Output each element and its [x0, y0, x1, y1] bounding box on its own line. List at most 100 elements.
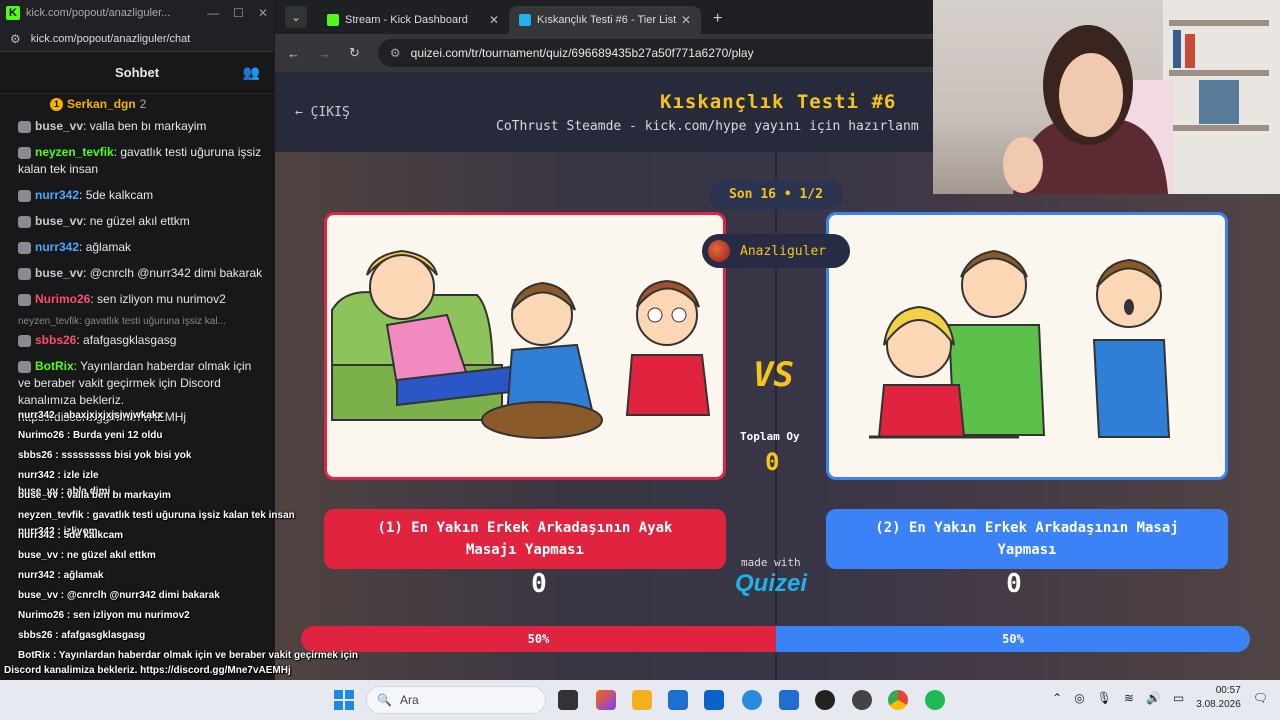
badge-icon: [18, 267, 31, 280]
pinned-user-name: Serkan_dgn: [67, 97, 136, 111]
pinned-user-count: 2: [139, 97, 147, 111]
tab-search-icon[interactable]: ⌄: [285, 6, 307, 28]
chat-text: : sen izliyon mu nurimov2: [90, 292, 226, 306]
option-2-card[interactable]: [826, 212, 1228, 480]
chevron-up-icon[interactable]: ⌃: [1052, 691, 1062, 705]
option-2-votes: 0: [1006, 569, 1022, 599]
overlay-chat-line: buse_vv : ne güzel akıl ettkm: [18, 550, 156, 561]
overlay-chat-line: Discord kanalimiza bekleriz. https://dis…: [4, 665, 291, 676]
total-votes-value: 0: [765, 448, 780, 476]
network-icon[interactable]: ◎: [1074, 691, 1084, 705]
overlay-chat-line: buse_vv : @cnrclh @nurr342 dimi bakarak: [18, 590, 220, 601]
chat-username[interactable]: Nurimo26: [35, 292, 90, 306]
chat-title: Sohbet: [114, 65, 160, 80]
close-icon[interactable]: ✕: [258, 6, 268, 20]
site-info-icon[interactable]: ⚙: [10, 32, 21, 46]
overlay-chat-line: nurr342 : 5de kalkcam: [18, 530, 124, 541]
streamer-name: Anazliguler: [740, 243, 827, 259]
minimize-icon[interactable]: —: [207, 6, 219, 20]
app-icon[interactable]: [779, 690, 799, 710]
tab-quizei[interactable]: Kıskançlık Testi #6 - Tier List, Kı ✕: [509, 6, 701, 34]
chat-username[interactable]: buse_vv: [35, 266, 83, 280]
app-icon[interactable]: [596, 690, 616, 710]
forward-icon[interactable]: →: [318, 46, 331, 61]
chrome-icon[interactable]: [888, 690, 908, 710]
quizei-favicon-icon: [519, 14, 531, 26]
overlay-chat-line: sbbs26 : afafgasgklasgasg: [18, 630, 146, 641]
windows-taskbar: 🔍 Ara ⌃ ◎ 🎙 ≋ 🔊 ▭ 00:57 3.08.2026 🗨: [0, 680, 1280, 720]
back-icon[interactable]: ←: [287, 46, 300, 61]
app-icon[interactable]: [742, 690, 762, 710]
exit-button[interactable]: ← ÇIKIŞ: [295, 105, 350, 120]
made-with-label: made with: [741, 556, 801, 569]
reply-preview[interactable]: neyzen_tevfik: gavatlık testi uğuruna iş…: [18, 313, 266, 330]
maximize-icon[interactable]: ☐: [233, 6, 244, 20]
option-1-illustration: [331, 249, 711, 439]
badge-icon: [18, 215, 31, 228]
vs-label: VS: [753, 355, 794, 395]
option-2-percent-bar: 50%: [776, 626, 1250, 652]
close-tab-icon[interactable]: ✕: [681, 13, 691, 27]
volume-icon[interactable]: 🔊: [1146, 691, 1161, 705]
overlay-chat-line: BotRix : Yayınlardan haberdar olmak için…: [18, 650, 358, 661]
notification-icon[interactable]: 🗨: [1253, 691, 1268, 705]
chat-message: buse_vv: @cnrclh @nurr342 dimi bakarak: [18, 265, 266, 282]
badge-icon: [18, 189, 31, 202]
kick-address-bar[interactable]: ⚙ kick.com/popout/anazliguler/chat: [0, 26, 274, 52]
option-1-card[interactable]: [324, 212, 726, 480]
chat-message: buse_vv: ne güzel akıl ettkm: [18, 213, 266, 230]
chat-message: nurr342: 5de kalkcam: [18, 187, 266, 204]
badge-icon: [18, 120, 31, 133]
outlook-icon[interactable]: [704, 690, 724, 710]
badge-icon: [18, 146, 31, 159]
search-icon: 🔍: [377, 693, 392, 707]
center-divider: [775, 152, 777, 680]
overlay-chat-line: neyzen_tevfik : gavatlık testi uğuruna i…: [18, 510, 295, 521]
clock[interactable]: 00:57 3.08.2026: [1196, 684, 1241, 712]
option-1-button[interactable]: (1) En Yakın Erkek Arkadaşının Ayak Masa…: [324, 509, 726, 569]
quizei-logo[interactable]: Quizei: [735, 570, 807, 598]
pinned-user[interactable]: 1 Serkan_dgn 2: [0, 94, 274, 114]
search-placeholder: Ara: [399, 693, 419, 707]
new-tab-icon[interactable]: +: [713, 10, 722, 28]
chat-message: Nurimo26: sen izliyon mu nurimov2: [18, 291, 266, 308]
chat-username[interactable]: buse_vv: [35, 214, 83, 228]
store-icon[interactable]: [668, 690, 688, 710]
chat-username[interactable]: sbbs26: [35, 333, 76, 347]
webcam-image: [1003, 0, 1280, 194]
chat-text: : valla ben bı markayim: [83, 119, 207, 133]
chat-username[interactable]: nurr342: [35, 188, 79, 202]
users-icon[interactable]: 👥: [243, 64, 260, 81]
site-info-icon[interactable]: ⚙: [390, 46, 401, 60]
chat-message: sbbs26: afafgasgklasgasg: [18, 332, 266, 349]
kick-logo-icon: K: [6, 6, 20, 20]
reload-icon[interactable]: ↻: [349, 45, 360, 61]
option-1-votes: 0: [531, 569, 547, 599]
file-explorer-icon[interactable]: [632, 690, 652, 710]
chat-username[interactable]: buse_vv: [35, 119, 83, 133]
close-tab-icon[interactable]: ✕: [489, 13, 499, 27]
streamer-pill: Anazliguler: [702, 234, 850, 268]
address-text: quizei.com/tr/tournament/quiz/696689435b…: [410, 46, 754, 60]
windows-start-icon[interactable]: [334, 690, 354, 710]
overlay-chat-line: Nurimo26 : sen izliyon mu nurimov2: [18, 610, 190, 621]
battery-icon[interactable]: ▭: [1173, 691, 1184, 705]
spotify-icon[interactable]: [925, 690, 945, 710]
tab-kick-dashboard[interactable]: Stream - Kick Dashboard ✕: [317, 6, 509, 34]
microphone-icon[interactable]: 🎙: [1097, 691, 1112, 705]
app-icon[interactable]: [815, 690, 835, 710]
tab-label: Stream - Kick Dashboard: [345, 14, 468, 26]
overlay-chat-line: sbbs26 : sssssssss bisi yok bisi yok: [18, 450, 192, 461]
taskbar-search[interactable]: 🔍 Ara: [366, 686, 546, 714]
webcam-feed: [933, 0, 1280, 194]
obs-icon[interactable]: [852, 690, 872, 710]
round-indicator: Son 16 • 1/2: [709, 180, 843, 210]
chat-username[interactable]: nurr342: [35, 240, 79, 254]
wifi-icon[interactable]: ≋: [1124, 691, 1134, 705]
task-view-icon[interactable]: [558, 690, 578, 710]
avatar: [708, 240, 730, 262]
quiz-subtitle: CoThrust Steamde - kick.com/hype yayını …: [496, 119, 919, 134]
chat-username[interactable]: BotRix: [35, 359, 74, 373]
chat-username[interactable]: neyzen_tevfik: [35, 145, 114, 159]
option-2-button[interactable]: (2) En Yakın Erkek Arkadaşının Masaj Yap…: [826, 509, 1228, 569]
